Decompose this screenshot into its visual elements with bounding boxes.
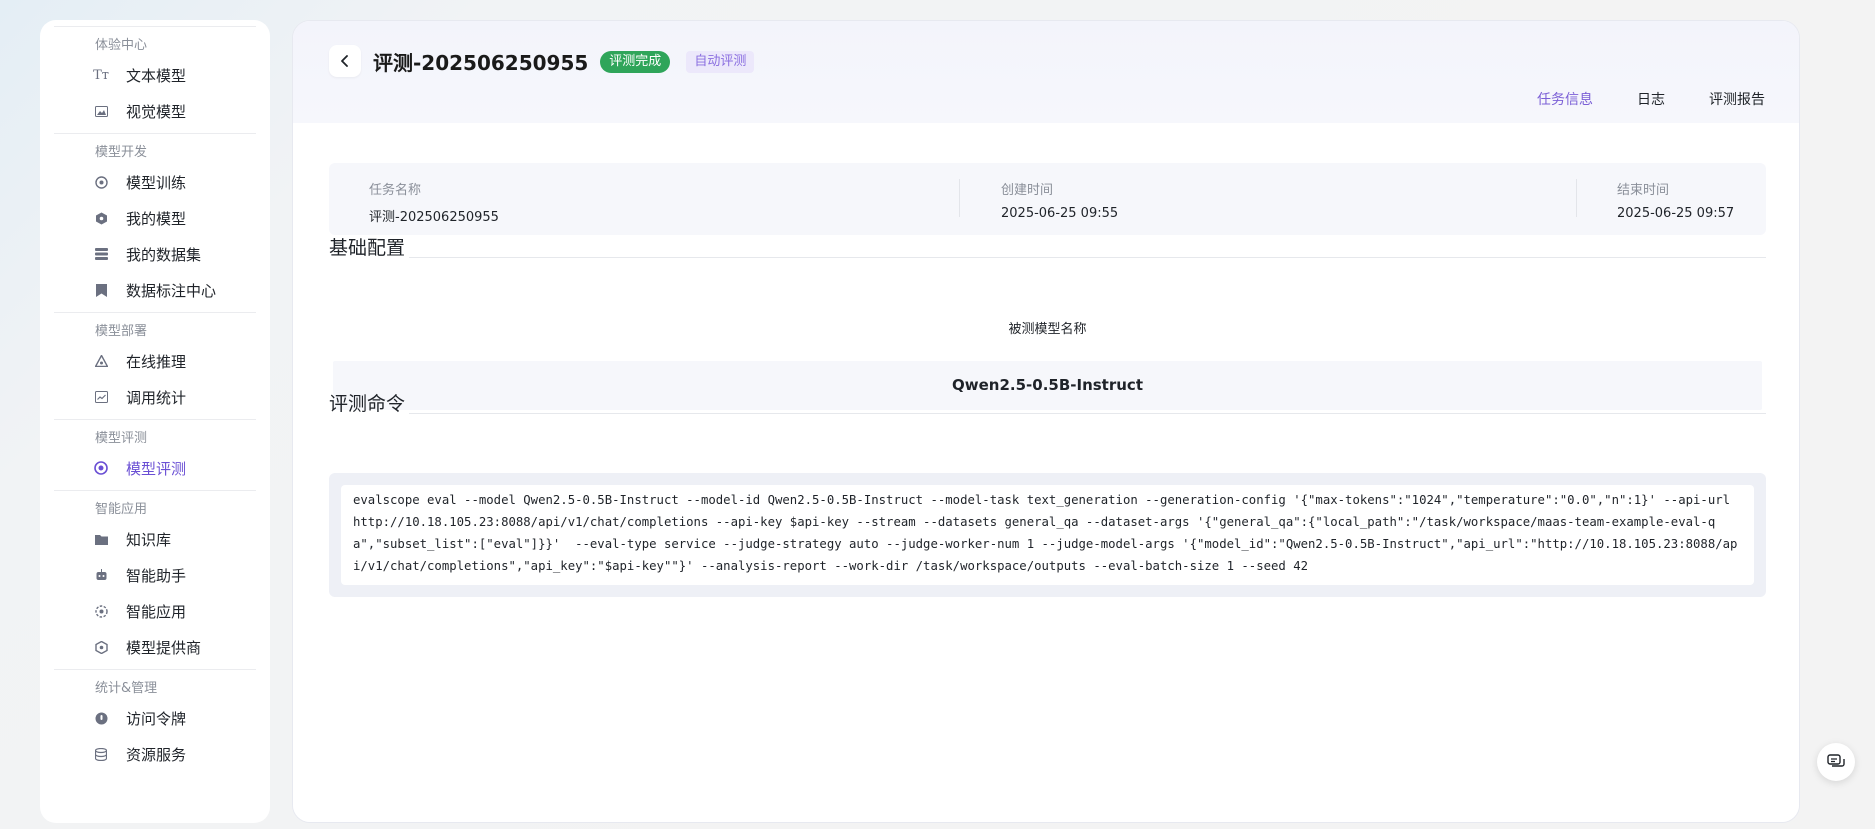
sidebar-item-label: 模型提供商	[126, 638, 202, 657]
stats-icon	[94, 390, 108, 404]
content-area: 任务名称 评测-202506250955 创建时间 2025-06-25 09:…	[293, 123, 1799, 822]
section-title-text: 评测命令	[329, 393, 406, 415]
sidebar-item-label: 数据标注中心	[126, 281, 217, 300]
sidebar-item-my-models[interactable]: 我的模型	[54, 200, 256, 236]
sidebar-item-label: 在线推理	[126, 352, 187, 371]
section-title-text: 基础配置	[329, 237, 406, 259]
task-name-label: 任务名称	[369, 183, 422, 198]
sidebar-item-resource-services[interactable]: 资源服务	[54, 736, 256, 772]
sidebar-item-model-providers[interactable]: 模型提供商	[54, 629, 256, 665]
tab-task-info[interactable]: 任务信息	[1537, 89, 1593, 109]
sidebar-item-vision-model[interactable]: 视觉模型	[54, 93, 256, 129]
evaluation-icon	[94, 461, 108, 475]
sidebar-item-model-training[interactable]: 模型训练	[54, 164, 256, 200]
dataset-icon	[94, 247, 108, 261]
divider	[409, 413, 1766, 414]
image-icon	[94, 104, 108, 118]
page-header: 评测-202506250955 评测完成 自动评测 任务信息 日志 评测报告	[293, 21, 1799, 123]
main-panel: 评测-202506250955 评测完成 自动评测 任务信息 日志 评测报告 任…	[292, 20, 1800, 823]
provider-icon	[94, 640, 108, 654]
divider	[959, 179, 960, 217]
sidebar-item-label: 模型评测	[126, 459, 187, 478]
database-icon	[94, 747, 108, 761]
task-name-value: 评测-202506250955	[369, 210, 499, 225]
basic-config-section-title: 基础配置	[329, 233, 1766, 260]
sidebar-item-smart-apps[interactable]: 智能应用	[54, 593, 256, 629]
sidebar-item-label: 访问令牌	[126, 709, 187, 728]
sidebar-item-label: 智能助手	[126, 566, 187, 585]
sidebar-group-title: 统计&管理	[95, 681, 158, 696]
sidebar-item-online-inference[interactable]: 在线推理	[54, 343, 256, 379]
sidebar-item-label: 文本模型	[126, 66, 187, 85]
page-title: 评测-202506250955	[373, 51, 589, 75]
sidebar-item-label: 视觉模型	[126, 102, 187, 121]
divider	[1576, 179, 1577, 217]
sidebar-item-label: 模型训练	[126, 173, 187, 192]
sidebar-group-title: 体验中心	[95, 38, 148, 53]
sidebar-item-text-model[interactable]: Tт 文本模型	[54, 57, 256, 93]
robot-icon	[94, 568, 108, 582]
end-time-label: 结束时间	[1617, 183, 1670, 198]
inference-icon	[94, 354, 108, 368]
sidebar-group-management: 统计&管理 访问令牌 资源服务	[54, 669, 256, 776]
task-info-bar: 任务名称 评测-202506250955 创建时间 2025-06-25 09:…	[329, 163, 1766, 235]
divider	[409, 257, 1766, 258]
status-badge: 评测完成	[600, 50, 671, 73]
command-container: evalscope eval --model Qwen2.5-0.5B-Inst…	[329, 473, 1766, 597]
created-time-label: 创建时间	[1001, 183, 1054, 198]
sidebar-item-label: 资源服务	[126, 745, 187, 764]
model-icon	[94, 211, 108, 225]
tab-evaluation-report[interactable]: 评测报告	[1709, 89, 1765, 109]
sidebar-item-label: 调用统计	[126, 388, 187, 407]
chevron-left-icon	[341, 55, 348, 67]
sidebar-group-dev: 模型开发 模型训练 我的模型 我的数据集 数据标注中心	[54, 133, 256, 312]
sidebar-group-title: 模型部署	[95, 324, 148, 339]
command-section-title: 评测命令	[329, 389, 1766, 416]
sidebar-item-label: 智能应用	[126, 602, 187, 621]
sidebar-item-access-tokens[interactable]: 访问令牌	[54, 700, 256, 736]
sidebar-item-assistant[interactable]: 智能助手	[54, 557, 256, 593]
created-time-value: 2025-06-25 09:55	[1001, 206, 1119, 221]
command-text[interactable]: evalscope eval --model Qwen2.5-0.5B-Inst…	[341, 485, 1754, 585]
sidebar-group-evaluation: 模型评测 模型评测	[54, 419, 256, 490]
end-time-cell: 结束时间 2025-06-25 09:57	[1617, 179, 1734, 221]
model-name-label: 被测模型名称	[1008, 322, 1087, 337]
sidebar-group-title: 智能应用	[95, 502, 148, 517]
sidebar-group-title: 模型评测	[95, 431, 148, 446]
sidebar-item-label: 知识库	[126, 530, 172, 549]
sidebar: 体验中心 Tт 文本模型 视觉模型 模型开发 模型训练 我的模型 我的数据集 数…	[40, 20, 270, 823]
chat-support-button[interactable]	[1817, 743, 1855, 781]
sidebar-group-experience: 体验中心 Tт 文本模型 视觉模型	[54, 26, 256, 133]
end-time-value: 2025-06-25 09:57	[1617, 206, 1735, 221]
chat-icon	[1827, 754, 1845, 767]
tab-bar: 任务信息 日志 评测报告	[1537, 89, 1765, 109]
training-icon	[94, 175, 108, 189]
bookmark-icon	[94, 283, 108, 297]
title-row: 评测-202506250955 评测完成 自动评测	[373, 47, 755, 76]
sidebar-item-label: 我的模型	[126, 209, 187, 228]
sidebar-group-deploy: 模型部署 在线推理 调用统计	[54, 312, 256, 419]
sidebar-item-call-stats[interactable]: 调用统计	[54, 379, 256, 415]
type-badge: 自动评测	[686, 50, 755, 73]
back-button[interactable]	[329, 45, 361, 77]
tab-logs[interactable]: 日志	[1637, 89, 1665, 109]
sidebar-item-knowledge-base[interactable]: 知识库	[54, 521, 256, 557]
token-icon	[94, 711, 108, 725]
sidebar-item-annotation-center[interactable]: 数据标注中心	[54, 272, 256, 308]
sidebar-group-apps: 智能应用 知识库 智能助手 智能应用 模型提供商	[54, 490, 256, 669]
task-name-cell: 任务名称 评测-202506250955	[369, 179, 499, 225]
app-icon	[94, 604, 108, 618]
folder-icon	[94, 532, 108, 546]
sidebar-group-title: 模型开发	[95, 145, 148, 160]
sidebar-item-model-evaluation[interactable]: 模型评测	[54, 450, 256, 486]
sidebar-item-my-datasets[interactable]: 我的数据集	[54, 236, 256, 272]
text-icon: Tт	[93, 67, 109, 83]
created-time-cell: 创建时间 2025-06-25 09:55	[1001, 179, 1118, 221]
sidebar-item-label: 我的数据集	[126, 245, 202, 264]
